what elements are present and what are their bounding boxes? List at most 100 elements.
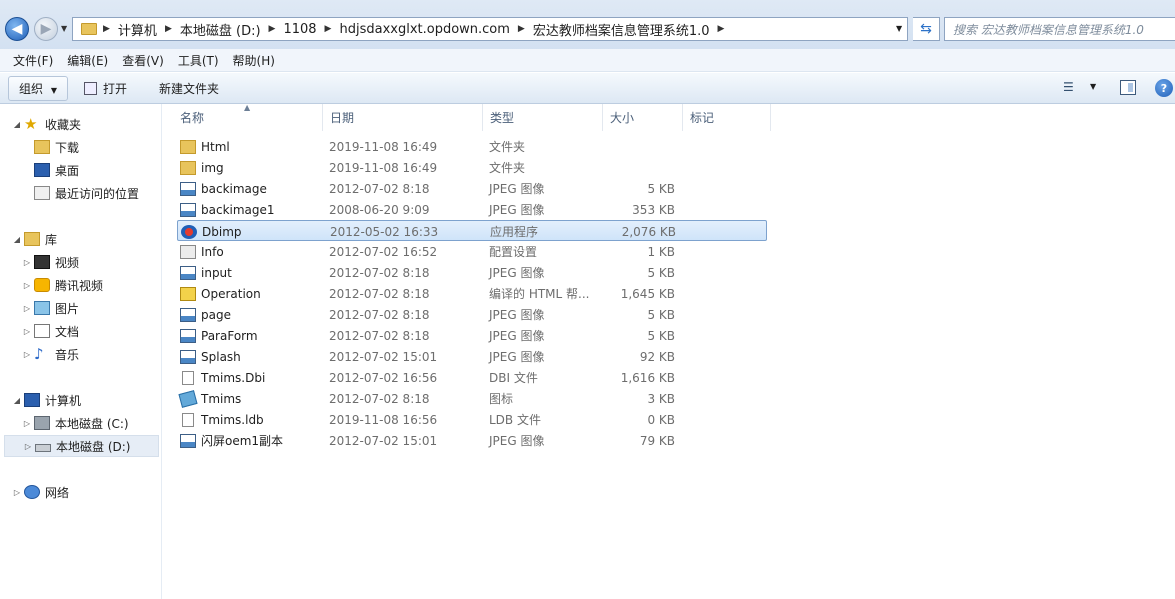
nav-recent-places[interactable]: 最近访问的位置: [22, 182, 139, 204]
file-name-cell[interactable]: Dbimp: [181, 221, 242, 242]
table-row[interactable]: Operation 2012-07-02 8:18 编译的 HTML 帮... 1,6…: [177, 283, 767, 304]
collapsed-triangle-icon[interactable]: ▷: [22, 350, 32, 359]
table-row[interactable]: img 2019-11-08 16:49 文件夹: [177, 157, 767, 178]
file-name-cell[interactable]: backimage1: [180, 199, 275, 220]
file-size: 1 KB: [647, 244, 675, 259]
chevron-right-icon[interactable]: ▶: [101, 24, 112, 34]
refresh-button[interactable]: ⇆: [913, 17, 940, 41]
file-name-cell[interactable]: ParaForm: [180, 325, 258, 346]
chevron-right-icon[interactable]: ▶: [516, 24, 527, 34]
organize-button[interactable]: 组织 ▼: [8, 75, 68, 101]
collapsed-triangle-icon[interactable]: ▷: [23, 442, 33, 451]
column-header-tags[interactable]: 标记: [683, 104, 771, 131]
recent-places-icon: [34, 186, 50, 200]
table-row[interactable]: Tmims 2012-07-02 8:18 图标 3 KB: [177, 388, 767, 409]
column-header-type[interactable]: 类型: [483, 104, 603, 131]
arrow-left-icon: ◀: [11, 21, 23, 37]
breadcrumb-1108[interactable]: 1108: [277, 22, 322, 37]
star-icon: ★: [24, 115, 38, 133]
file-name-cell[interactable]: img: [180, 157, 224, 178]
nav-computer[interactable]: ◢ 计算机: [12, 389, 81, 411]
file-name-cell[interactable]: backimage: [180, 178, 267, 199]
address-history-dropdown[interactable]: ▼: [896, 24, 902, 33]
file-size: 5 KB: [647, 265, 675, 280]
file-name-cell[interactable]: Splash: [180, 346, 241, 367]
column-header-name[interactable]: 名称: [173, 104, 323, 131]
table-row[interactable]: Dbimp 2012-05-02 16:33 应用程序 2,076 KB: [177, 220, 767, 241]
table-row[interactable]: backimage1 2008-06-20 9:09 JPEG 图像 353 KB: [177, 199, 767, 220]
change-view-button[interactable]: ☰: [1063, 80, 1074, 94]
nav-libraries[interactable]: ◢ 库: [12, 228, 57, 250]
nav-drive-d[interactable]: ▷ 本地磁盘 (D:): [4, 435, 159, 457]
file-name-cell[interactable]: Tmims.ldb: [180, 409, 264, 430]
table-row[interactable]: Splash 2012-07-02 15:01 JPEG 图像 92 KB: [177, 346, 767, 367]
breadcrumb-current-folder[interactable]: 宏达教师档案信息管理系统1.0: [527, 20, 716, 39]
menu-file[interactable]: 文件(F): [6, 52, 60, 69]
chevron-right-icon[interactable]: ▶: [267, 24, 278, 34]
file-name-cell[interactable]: 闪屏oem1副本: [180, 430, 283, 451]
table-row[interactable]: Tmims.ldb 2019-11-08 16:56 LDB 文件 0 KB: [177, 409, 767, 430]
view-options-dropdown[interactable]: ▼: [1090, 82, 1096, 91]
open-button[interactable]: 打开: [84, 80, 127, 97]
table-row[interactable]: 闪屏oem1副本 2012-07-02 15:01 JPEG 图像 79 KB: [177, 430, 767, 451]
file-size: 0 KB: [647, 412, 675, 427]
file-name-cell[interactable]: page: [180, 304, 231, 325]
nav-documents[interactable]: ▷ 文档: [22, 320, 79, 342]
menu-edit[interactable]: 编辑(E): [60, 52, 115, 69]
chevron-right-icon[interactable]: ▶: [163, 24, 174, 34]
back-button[interactable]: ◀: [5, 17, 29, 41]
table-row[interactable]: Tmims.Dbi 2012-07-02 16:56 DBI 文件 1,616 KB: [177, 367, 767, 388]
nav-label: 桌面: [55, 163, 80, 178]
menu-tools[interactable]: 工具(T): [171, 52, 226, 69]
breadcrumb-drive-d[interactable]: 本地磁盘 (D:): [174, 20, 267, 39]
expanded-triangle-icon[interactable]: ◢: [12, 235, 22, 244]
collapsed-triangle-icon[interactable]: ▷: [22, 327, 32, 336]
nav-desktop[interactable]: 桌面: [22, 159, 79, 181]
table-row[interactable]: input 2012-07-02 8:18 JPEG 图像 5 KB: [177, 262, 767, 283]
collapsed-triangle-icon[interactable]: ▷: [12, 488, 22, 497]
menu-view[interactable]: 查看(V): [115, 52, 171, 69]
nav-music[interactable]: ▷ ♪ 音乐: [22, 343, 79, 365]
collapsed-triangle-icon[interactable]: ▷: [22, 281, 32, 290]
address-field[interactable]: ▶ 计算机 ▶ 本地磁盘 (D:) ▶ 1108 ▶ hdjsdaxxglxt.…: [72, 17, 908, 41]
table-row[interactable]: Html 2019-11-08 16:49 文件夹: [177, 136, 767, 157]
file-name-cell[interactable]: Info: [180, 241, 224, 262]
search-input[interactable]: 搜索 宏达教师档案信息管理系统1.0: [944, 17, 1175, 41]
collapsed-triangle-icon[interactable]: ▷: [22, 419, 32, 428]
preview-pane-button[interactable]: [1120, 80, 1136, 95]
nav-videos[interactable]: ▷ 视频: [22, 251, 79, 273]
chevron-right-icon[interactable]: ▶: [323, 24, 334, 34]
view-details-icon: ☰: [1063, 80, 1074, 94]
nav-label: 视频: [55, 255, 80, 270]
forward-button[interactable]: ▶: [34, 17, 58, 41]
table-row[interactable]: page 2012-07-02 8:18 JPEG 图像 5 KB: [177, 304, 767, 325]
recent-pages-button[interactable]: ▼: [61, 24, 71, 34]
column-header-date[interactable]: 日期: [323, 104, 483, 131]
nav-drive-c[interactable]: ▷ 本地磁盘 (C:): [22, 412, 129, 434]
nav-pictures[interactable]: ▷ 图片: [22, 297, 79, 319]
file-name-cell[interactable]: input: [180, 262, 232, 283]
help-button[interactable]: ?: [1155, 79, 1173, 97]
menu-help[interactable]: 帮助(H): [226, 52, 282, 69]
table-row[interactable]: Info 2012-07-02 16:52 配置设置 1 KB: [177, 241, 767, 262]
organize-label: 组织: [19, 81, 44, 96]
nav-tencent-video[interactable]: ▷ 腾讯视频: [22, 274, 103, 296]
file-name-cell[interactable]: Html: [180, 136, 230, 157]
file-name-cell[interactable]: Operation: [180, 283, 261, 304]
nav-network[interactable]: ▷ 网络: [12, 481, 69, 503]
file-name-cell[interactable]: Tmims: [178, 388, 241, 409]
expanded-triangle-icon[interactable]: ◢: [12, 396, 22, 405]
breadcrumb-opdown[interactable]: hdjsdaxxglxt.opdown.com: [333, 22, 515, 37]
file-name-cell[interactable]: Tmims.Dbi: [180, 367, 265, 388]
nav-downloads[interactable]: 下载: [22, 136, 79, 158]
table-row[interactable]: backimage 2012-07-02 8:18 JPEG 图像 5 KB: [177, 178, 767, 199]
collapsed-triangle-icon[interactable]: ▷: [22, 304, 32, 313]
new-folder-button[interactable]: 新建文件夹: [159, 80, 219, 97]
column-header-size[interactable]: 大小: [603, 104, 683, 131]
collapsed-triangle-icon[interactable]: ▷: [22, 258, 32, 267]
breadcrumb-computer[interactable]: 计算机: [112, 20, 163, 39]
nav-favorites[interactable]: ◢ ★ 收藏夹: [12, 113, 81, 135]
chevron-right-icon[interactable]: ▶: [716, 24, 727, 34]
expanded-triangle-icon[interactable]: ◢: [12, 120, 22, 129]
table-row[interactable]: ParaForm 2012-07-02 8:18 JPEG 图像 5 KB: [177, 325, 767, 346]
